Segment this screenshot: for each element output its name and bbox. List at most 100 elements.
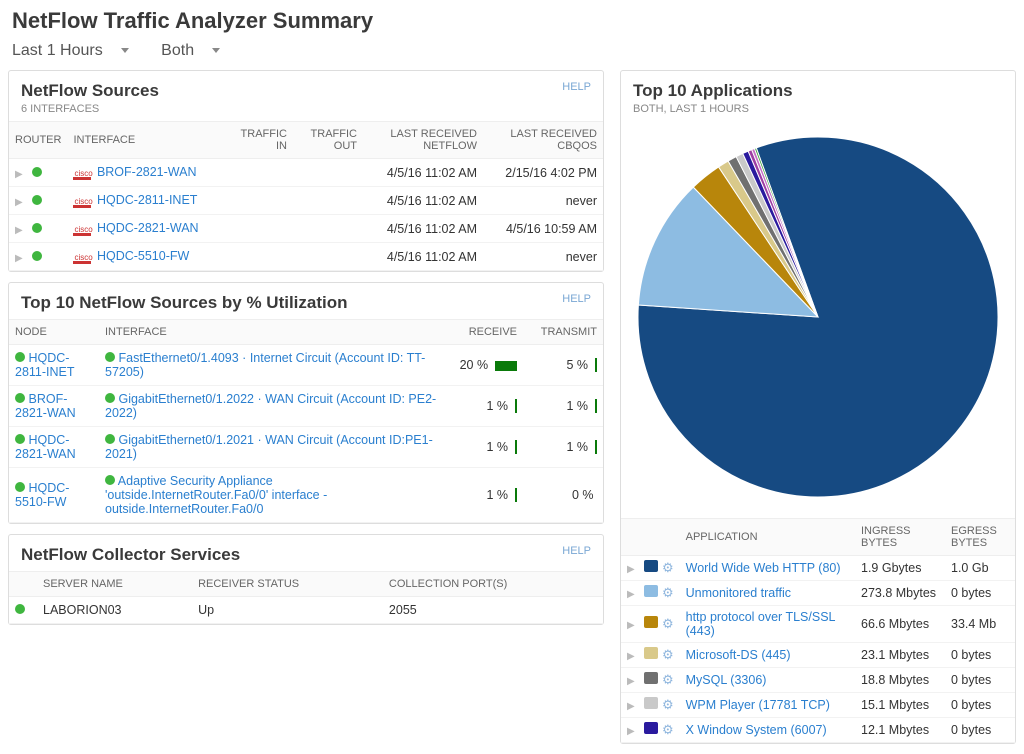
- application-link[interactable]: WPM Player (17781 TCP): [686, 698, 830, 712]
- collector-table: SERVER NAME RECEIVER STATUS COLLECTION P…: [9, 571, 603, 624]
- col-last-cbqos: LAST RECEIVED CBQOS: [483, 122, 603, 159]
- egress-bytes: 0 bytes: [945, 581, 1015, 606]
- table-row: ▶ ⚙X Window System (6007)12.1 Mbytes0 by…: [621, 718, 1015, 743]
- sources-table: ROUTER INTERFACE TRAFFIC IN TRAFFIC OUT …: [9, 121, 603, 271]
- expand-icon[interactable]: ▶: [627, 726, 641, 737]
- status-dot-icon: [32, 251, 42, 261]
- col-router: ROUTER: [9, 122, 67, 159]
- node-link[interactable]: HQDC-2821-WAN: [15, 433, 76, 461]
- last-netflow: 4/5/16 11:02 AM: [363, 159, 483, 187]
- interface-link[interactable]: BROF-2821-WAN: [97, 165, 197, 179]
- expand-icon[interactable]: ▶: [627, 701, 641, 712]
- color-swatch: [644, 560, 658, 572]
- gear-icon[interactable]: ⚙: [662, 560, 674, 575]
- status-dot-icon: [15, 393, 25, 403]
- node-link[interactable]: BROF-2821-WAN: [15, 392, 76, 420]
- server-name: LABORION03: [37, 597, 192, 624]
- expand-icon[interactable]: ▶: [15, 253, 29, 264]
- ingress-bytes: 1.9 Gbytes: [855, 556, 945, 581]
- status-dot-icon: [105, 475, 115, 485]
- gear-icon[interactable]: ⚙: [662, 585, 674, 600]
- col-application: APPLICATION: [680, 519, 855, 556]
- filter-bar: Last 1 Hours Both: [0, 38, 1024, 70]
- last-netflow: 4/5/16 11:02 AM: [363, 243, 483, 271]
- receiver-status: Up: [192, 597, 383, 624]
- ingress-bytes: 15.1 Mbytes: [855, 693, 945, 718]
- status-dot-icon: [105, 393, 115, 403]
- expand-icon[interactable]: ▶: [627, 564, 641, 575]
- interface-link[interactable]: FastEthernet0/1.4093 · Internet Circuit …: [105, 351, 425, 379]
- page-title: NetFlow Traffic Analyzer Summary: [0, 0, 1024, 38]
- gear-icon[interactable]: ⚙: [662, 647, 674, 662]
- table-row: ▶ ⚙ http protocol over TLS/SSL (443) 66.6 …: [621, 606, 1015, 643]
- status-dot-icon: [32, 195, 42, 205]
- panel-title: Top 10 NetFlow Sources by % Utilization: [21, 293, 591, 313]
- cisco-icon: cisco: [73, 198, 91, 208]
- expand-icon[interactable]: ▶: [627, 676, 641, 687]
- interface-link[interactable]: Adaptive Security Appliance 'outside.Int…: [105, 474, 327, 516]
- application-link[interactable]: World Wide Web HTTP (80): [686, 561, 841, 575]
- table-row: ▶ cisco HQDC-2821-WAN4/5/16 11:02 AM4/5/…: [9, 215, 603, 243]
- interface-link[interactable]: HQDC-2821-WAN: [97, 221, 199, 235]
- ingress-bytes: 66.6 Mbytes: [855, 606, 945, 643]
- gear-icon[interactable]: ⚙: [662, 672, 674, 687]
- table-row: HQDC-5510-FW Adaptive Security Appliance…: [9, 468, 603, 523]
- expand-icon[interactable]: ▶: [627, 589, 641, 600]
- interface-link[interactable]: HQDC-5510-FW: [97, 249, 189, 263]
- table-row: ▶ cisco BROF-2821-WAN4/5/16 11:02 AM2/15…: [9, 159, 603, 187]
- col-status: RECEIVER STATUS: [192, 572, 383, 597]
- col-traffic-in: TRAFFIC IN: [223, 122, 293, 159]
- gear-icon[interactable]: ⚙: [662, 616, 674, 631]
- table-row: LABORION03Up2055: [9, 597, 603, 624]
- receive-pct: 20 %: [443, 345, 523, 386]
- transmit-pct: 5 %: [523, 345, 603, 386]
- receive-pct: 1 %: [443, 468, 523, 523]
- expand-icon[interactable]: ▶: [15, 169, 29, 180]
- expand-icon[interactable]: ▶: [627, 620, 641, 631]
- transmit-pct: 1 %: [523, 427, 603, 468]
- application-link[interactable]: Unmonitored traffic: [686, 586, 791, 600]
- expand-icon[interactable]: ▶: [627, 651, 641, 662]
- chevron-down-icon: [121, 48, 129, 53]
- egress-bytes: 0 bytes: [945, 643, 1015, 668]
- egress-bytes: 0 bytes: [945, 668, 1015, 693]
- color-swatch: [644, 722, 658, 734]
- cisco-icon: cisco: [73, 170, 91, 180]
- application-link[interactable]: http protocol over TLS/SSL (443): [686, 610, 835, 638]
- status-dot-icon: [15, 482, 25, 492]
- egress-bytes: 0 bytes: [945, 718, 1015, 743]
- last-netflow: 4/5/16 11:02 AM: [363, 187, 483, 215]
- interface-link[interactable]: GigabitEthernet0/1.2022 · WAN Circuit (A…: [105, 392, 436, 420]
- direction-dropdown[interactable]: Both: [161, 42, 234, 59]
- status-dot-icon: [15, 434, 25, 444]
- application-link[interactable]: X Window System (6007): [686, 723, 827, 737]
- color-swatch: [644, 616, 658, 628]
- expand-icon[interactable]: ▶: [15, 225, 29, 236]
- color-swatch: [644, 585, 658, 597]
- expand-icon[interactable]: ▶: [15, 197, 29, 208]
- table-row: ▶ ⚙WPM Player (17781 TCP)15.1 Mbytes0 by…: [621, 693, 1015, 718]
- table-row: ▶ ⚙Unmonitored traffic273.8 Mbytes0 byte…: [621, 581, 1015, 606]
- panel-title: NetFlow Collector Services: [21, 545, 591, 565]
- application-link[interactable]: MySQL (3306): [686, 673, 767, 687]
- status-dot-icon: [105, 434, 115, 444]
- status-dot-icon: [105, 352, 115, 362]
- apps-pie-chart: [628, 127, 1008, 507]
- application-link[interactable]: Microsoft-DS (445): [686, 648, 791, 662]
- last-cbqos: never: [483, 187, 603, 215]
- cisco-icon: cisco: [73, 254, 91, 264]
- interface-link[interactable]: HQDC-2811-INET: [97, 193, 197, 207]
- time-range-dropdown[interactable]: Last 1 Hours: [12, 42, 143, 59]
- table-row: ▶ ⚙MySQL (3306)18.8 Mbytes0 bytes: [621, 668, 1015, 693]
- help-link[interactable]: HELP: [562, 81, 591, 93]
- receive-pct: 1 %: [443, 386, 523, 427]
- status-dot-icon: [32, 223, 42, 233]
- status-dot-icon: [15, 352, 25, 362]
- interface-link[interactable]: GigabitEthernet0/1.2021 · WAN Circuit (A…: [105, 433, 433, 461]
- help-link[interactable]: HELP: [562, 545, 591, 557]
- gear-icon[interactable]: ⚙: [662, 697, 674, 712]
- help-link[interactable]: HELP: [562, 293, 591, 305]
- gear-icon[interactable]: ⚙: [662, 722, 674, 737]
- panel-subtitle: 6 INTERFACES: [21, 103, 591, 115]
- last-cbqos: never: [483, 243, 603, 271]
